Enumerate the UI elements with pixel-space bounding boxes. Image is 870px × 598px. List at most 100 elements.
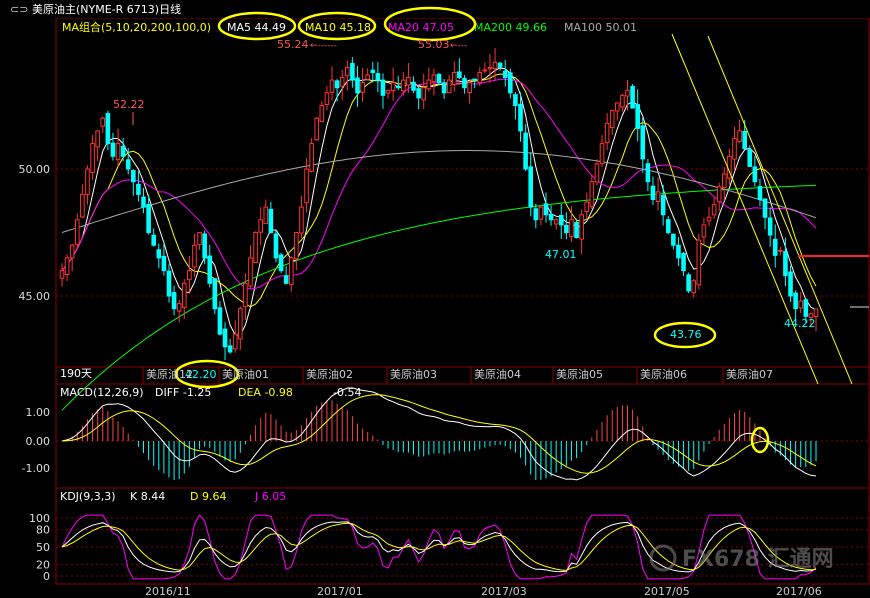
candle — [696, 233, 702, 290]
candle-body — [339, 77, 345, 87]
candle — [686, 272, 691, 294]
candle — [156, 243, 162, 269]
candle-body — [650, 185, 656, 200]
candle — [609, 110, 615, 135]
candle — [309, 138, 314, 173]
candle-body — [161, 255, 167, 272]
candle — [645, 159, 651, 192]
ma200-label: MA200 49.66 — [474, 21, 547, 34]
contract-labels: 美原油12 美原油01 美原油02 美原油03 美原油04 美原油05 美原油06 美原油07 — [142, 367, 773, 384]
candle-body — [406, 77, 411, 86]
candle — [538, 205, 544, 226]
candle — [604, 113, 610, 151]
candle — [620, 93, 625, 112]
candle-body — [227, 345, 233, 353]
candlestick-chart[interactable]: ⊂⊃ 美原油主(NYME-R 6713)日线 50.00 45.00 MA组合(… — [0, 0, 870, 598]
price-annotation: 55.03 — [418, 38, 450, 51]
candle-body — [64, 257, 70, 276]
candle-body — [380, 79, 386, 96]
candle — [558, 204, 564, 239]
contract-label: 美原油03 — [390, 367, 437, 381]
candle-body — [778, 249, 783, 252]
window-menu-icon[interactable]: ⊂⊃ — [10, 3, 28, 16]
moving-average-lines — [61, 67, 817, 411]
candle — [457, 58, 462, 80]
candle — [701, 217, 707, 245]
candle-body — [783, 250, 788, 277]
candle-body — [385, 89, 391, 94]
candle-body — [120, 145, 126, 157]
candle — [222, 322, 228, 361]
candle-body — [665, 219, 671, 234]
y-tick-label: 1.00 — [26, 406, 51, 419]
candle-body — [762, 198, 768, 218]
candle — [778, 246, 783, 256]
candle-body — [207, 255, 213, 284]
candle — [64, 254, 70, 282]
candle — [238, 306, 243, 350]
candle-body — [350, 62, 355, 81]
candle-body — [732, 138, 737, 160]
candle-body — [304, 168, 309, 204]
candle-body — [365, 74, 370, 80]
candle-body — [166, 270, 172, 297]
date-label: 2017/06 — [776, 585, 822, 598]
candle — [339, 69, 345, 100]
candle — [762, 198, 768, 230]
y-tick-label: 50 — [36, 541, 50, 554]
candle — [502, 60, 508, 87]
candle — [385, 89, 391, 99]
candle — [166, 263, 172, 303]
candle — [207, 244, 213, 288]
candle-body — [329, 79, 335, 93]
candle — [365, 68, 370, 81]
period-label: 190天 — [60, 367, 92, 380]
candle-body — [192, 244, 197, 268]
candle-body — [395, 85, 401, 89]
candle — [217, 301, 223, 336]
candle — [706, 207, 712, 227]
candle — [273, 230, 279, 263]
candle-body — [232, 333, 238, 350]
candle — [635, 89, 640, 142]
price-annotation: 43.76 — [670, 328, 702, 341]
candle — [462, 75, 467, 94]
candle-body — [716, 186, 722, 203]
candle-body — [253, 232, 258, 264]
candle — [533, 203, 539, 229]
candle-body — [574, 221, 579, 239]
candle-body — [513, 94, 518, 107]
candle-body — [497, 62, 503, 68]
candle-body — [518, 103, 523, 132]
annotation-arrow: ←------ — [310, 41, 337, 51]
chart-window: ⊂⊃ 美原油主(NYME-R 6713)日线 50.00 45.00 MA组合(… — [0, 0, 870, 598]
candle — [151, 228, 157, 247]
candle — [737, 119, 742, 144]
candle — [615, 102, 620, 121]
contract-label: 美原油04 — [474, 367, 521, 381]
candle-body — [212, 278, 218, 310]
candle — [232, 320, 238, 353]
macd-diff-label: DIFF -1.25 — [155, 386, 211, 399]
candle — [416, 85, 421, 110]
candle-body — [691, 280, 697, 294]
candle-body — [273, 233, 279, 259]
candle — [513, 92, 518, 120]
candle — [360, 67, 365, 103]
candle — [630, 83, 635, 109]
candle — [553, 217, 559, 230]
candle-body — [416, 88, 421, 99]
candle-body — [136, 183, 141, 195]
candle-body — [390, 82, 396, 92]
candle-body — [222, 328, 228, 348]
candle — [579, 209, 584, 254]
candle-body — [283, 275, 289, 284]
candle-body — [401, 79, 406, 92]
candle-body — [238, 308, 243, 340]
candle — [90, 135, 95, 180]
ma10-label: MA10 45.18 — [305, 21, 371, 34]
watermark: FX678 汇通网 — [649, 544, 834, 572]
candle — [650, 176, 656, 206]
candle — [375, 62, 381, 93]
candle-body — [202, 233, 207, 259]
